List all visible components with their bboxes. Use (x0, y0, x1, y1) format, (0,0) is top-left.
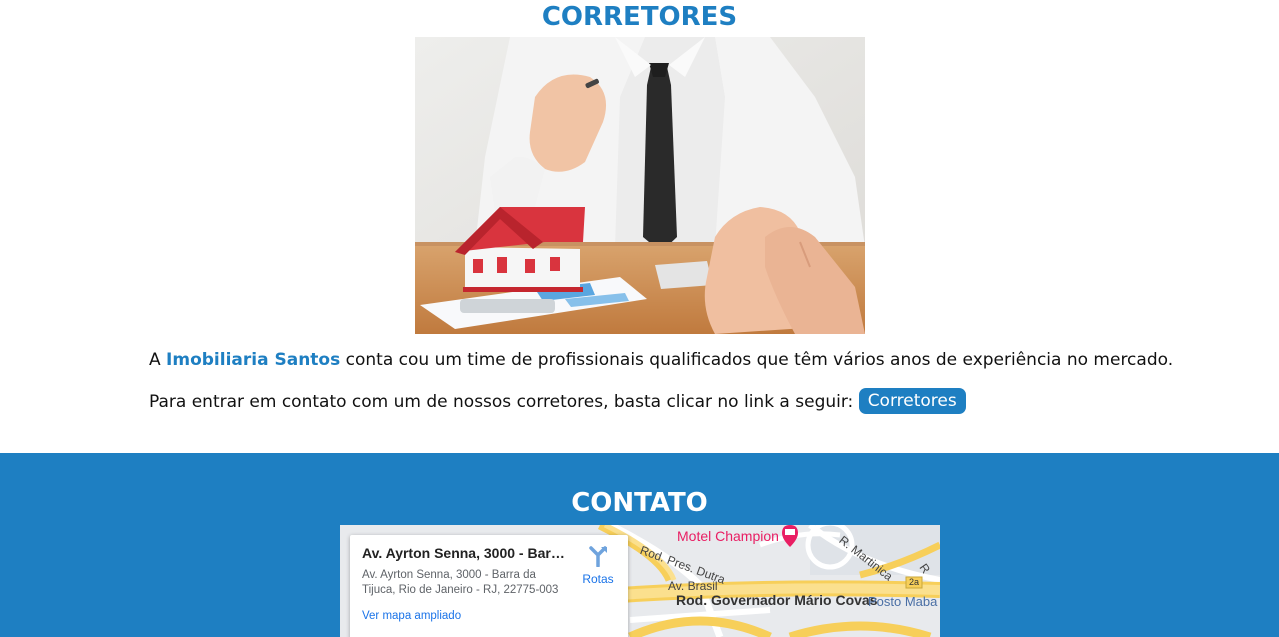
broker-house-image (415, 37, 865, 334)
map-label-posto: Posto Maba (868, 594, 938, 609)
paragraph1-prefix: A (149, 350, 167, 370)
corretores-section: CORRETORES A Imobiliaria Santos conta co… (0, 0, 1279, 453)
map-label-av-brasil: Av. Brasil (668, 579, 718, 593)
embedded-map[interactable]: Motel Champion Rod. Pres. Dutra R. Marti… (340, 525, 940, 637)
brand-name: Imobiliaria Santos (166, 350, 341, 370)
paragraph2-text: Para entrar em contato com um de nossos … (149, 392, 859, 412)
corretores-title: CORRETORES (541, 2, 738, 32)
directions-label: Rotas (582, 572, 614, 586)
map-place-card: Av. Ayrton Senna, 3000 - Barra... Av. Ay… (350, 535, 628, 637)
paragraph1-suffix: conta cou um time de profissionais quali… (340, 350, 1174, 370)
contato-section: CONTATO Motel Champion Rod. Pres. Dutra … (0, 453, 1279, 637)
map-label-motel: Motel Champion (677, 528, 779, 544)
corretores-button[interactable]: Corretores (858, 388, 966, 414)
directions-button[interactable]: Rotas (576, 545, 620, 586)
larger-map-link[interactable]: Ver mapa ampliado (362, 610, 461, 622)
contact-instructions: Para entrar em contato com um de nossos … (149, 388, 966, 415)
directions-icon (589, 546, 607, 568)
map-label-rod-mario-covas: Rod. Governador Mário Covas (676, 592, 878, 608)
contato-title: CONTATO (571, 488, 708, 518)
map-place-title: Av. Ayrton Senna, 3000 - Barra... (362, 545, 567, 561)
team-description: A Imobiliaria Santos conta cou um time d… (149, 350, 1173, 370)
map-label-exit: 2a (909, 577, 920, 587)
map-place-address: Av. Ayrton Senna, 3000 - Barra da Tijuca… (362, 569, 559, 596)
